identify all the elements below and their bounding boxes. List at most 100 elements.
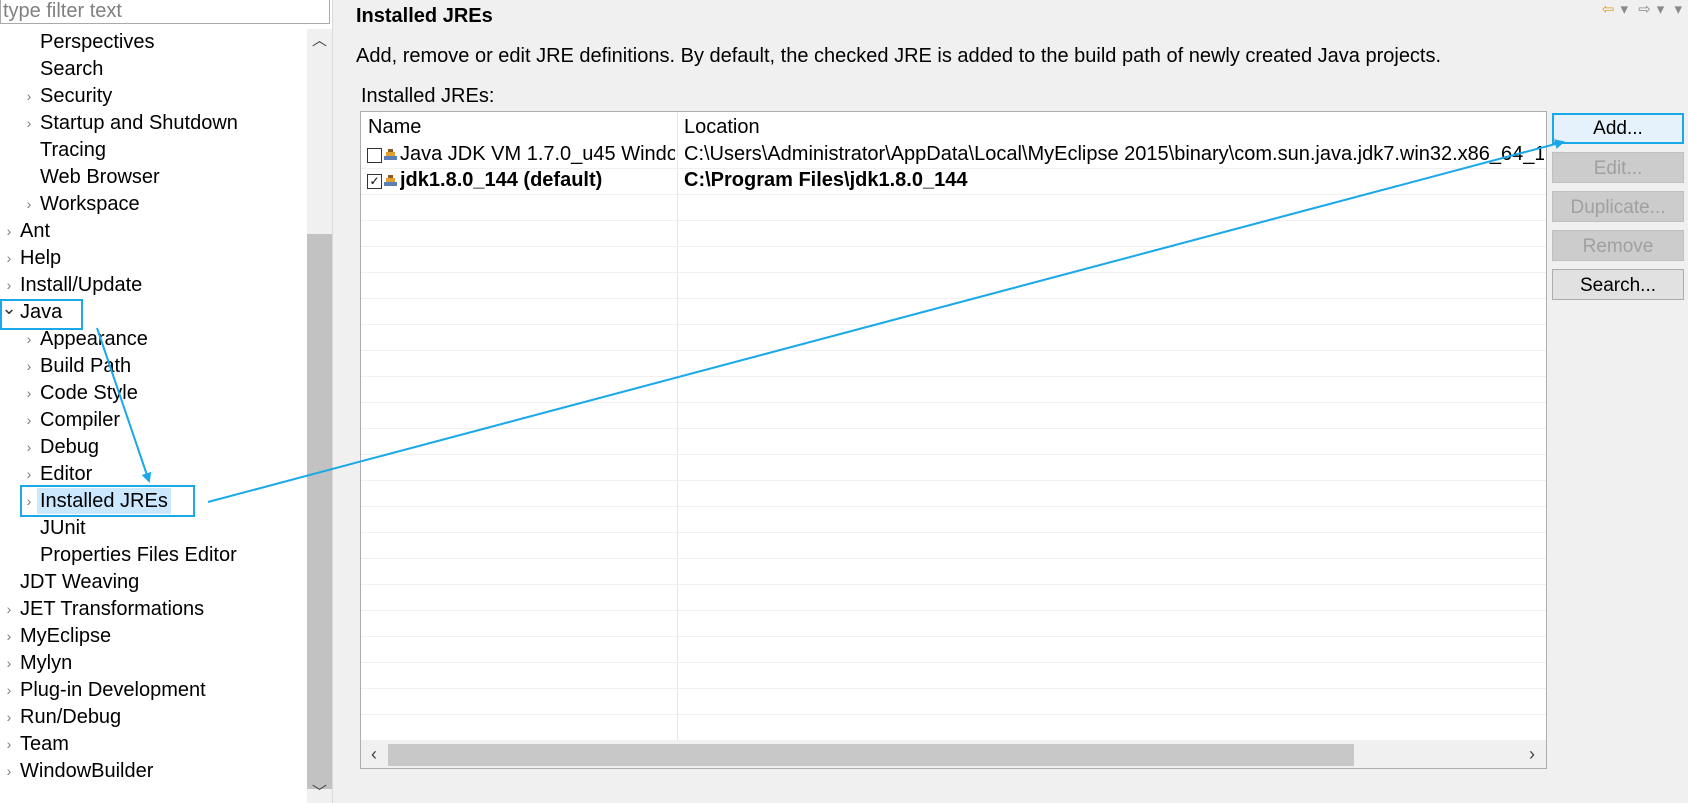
chevron-right-icon[interactable]: › [1, 272, 17, 298]
tree-item[interactable]: › JET Transformations [0, 596, 306, 622]
tree-item[interactable]: ⌄ Java [0, 299, 306, 325]
table-row[interactable]: Java JDK VM 1.7.0_u45 Windows C:\Users\Ad… [361, 141, 1546, 169]
tree-item-label: JUnit [40, 517, 86, 539]
tree-item[interactable]: › Help [0, 245, 306, 271]
page-description: Add, remove or edit JRE definitions. By … [356, 45, 1442, 67]
scroll-down-icon[interactable]: ﹀ [307, 783, 332, 803]
tree-item[interactable]: Search [0, 56, 306, 82]
tree-item[interactable]: Properties Files Editor [0, 542, 306, 568]
edit-button[interactable]: Edit... [1552, 152, 1684, 183]
chevron-right-icon[interactable]: › [21, 407, 37, 433]
table-row [361, 557, 1546, 585]
tree-item-label: WindowBuilder [20, 760, 154, 782]
forward-menu-chevron-icon[interactable]: ▾ [1657, 0, 1665, 18]
tree-item-label: Properties Files Editor [40, 544, 237, 566]
chevron-right-icon[interactable]: › [1, 650, 17, 676]
tree-item-label: Mylyn [20, 652, 73, 674]
tree-item[interactable]: Web Browser [0, 164, 306, 190]
chevron-right-icon[interactable]: › [1, 245, 17, 271]
chevron-right-icon[interactable]: › [21, 488, 37, 514]
back-arrow-icon[interactable]: ⇦ [1602, 0, 1615, 18]
table-row [361, 323, 1546, 351]
chevron-right-icon[interactable]: › [21, 380, 37, 406]
scroll-right-icon[interactable]: › [1521, 740, 1543, 768]
tree-item[interactable]: › Plug-in Development [0, 677, 306, 703]
chevron-right-icon[interactable]: › [1, 677, 17, 703]
table-row [361, 349, 1546, 377]
table-row [361, 453, 1546, 481]
tree-item[interactable]: › Appearance [0, 326, 306, 352]
chevron-right-icon[interactable]: › [21, 353, 37, 379]
table-row[interactable]: ✓ jdk1.8.0_144 (default) C:\Program Files\… [361, 167, 1546, 195]
tree-item[interactable]: › MyEclipse [0, 623, 306, 649]
jre-location: C:\Program Files\jdk1.8.0_144 [684, 169, 968, 191]
column-header-name[interactable]: Name [361, 112, 421, 141]
scroll-left-icon[interactable]: ‹ [363, 740, 385, 768]
tree-item[interactable]: › Code Style [0, 380, 306, 406]
scroll-up-icon[interactable]: ︿ [307, 31, 332, 51]
tree-item[interactable]: › Install/Update [0, 272, 306, 298]
back-menu-chevron-icon[interactable]: ▾ [1620, 0, 1628, 18]
tree-item[interactable]: › Installed JREs [0, 488, 306, 514]
table-row [361, 219, 1546, 247]
page-title: Installed JREs [356, 5, 493, 27]
chevron-right-icon[interactable]: › [1, 596, 17, 622]
chevron-right-icon[interactable]: › [1, 758, 17, 784]
table-row [361, 661, 1546, 689]
tree-item[interactable]: › Build Path [0, 353, 306, 379]
jre-library-icon [384, 175, 397, 186]
tree-item-label: Debug [40, 436, 99, 458]
tree-item[interactable]: › Run/Debug [0, 704, 306, 730]
tree-item[interactable]: › Startup and Shutdown [0, 110, 306, 136]
tree-item[interactable]: › Ant [0, 218, 306, 244]
table-horizontal-scrollbar[interactable]: ‹ › [361, 740, 1546, 768]
column-header-location[interactable]: Location [677, 112, 760, 141]
tree-item[interactable]: JUnit [0, 515, 306, 541]
tree-item[interactable]: › Mylyn [0, 650, 306, 676]
table-row [361, 401, 1546, 429]
chevron-down-icon[interactable]: ⌄ [1, 299, 17, 325]
table-row [361, 505, 1546, 533]
tree-item-label: Editor [40, 463, 93, 485]
add-button[interactable]: Add... [1552, 113, 1684, 144]
tree-item[interactable]: › Debug [0, 434, 306, 460]
tree-item[interactable]: JDT Weaving [0, 569, 306, 595]
search-button[interactable]: Search... [1552, 269, 1684, 300]
installed-jres-table[interactable]: Name Location Java JDK VM 1.7.0_u45 Wind… [360, 111, 1547, 769]
tree-item-label: JET Transformations [20, 598, 205, 620]
tree-item[interactable]: Perspectives [0, 29, 306, 55]
chevron-right-icon[interactable]: › [1, 218, 17, 244]
tree-item[interactable]: › Team [0, 731, 306, 757]
forward-arrow-icon[interactable]: ⇨ [1638, 0, 1651, 18]
tree-item[interactable]: › Compiler [0, 407, 306, 433]
tree-item[interactable]: › Security [0, 83, 306, 109]
scrollbar-thumb[interactable] [388, 744, 1354, 766]
tree-item[interactable]: › Editor [0, 461, 306, 487]
duplicate-button[interactable]: Duplicate... [1552, 191, 1684, 222]
view-menu-chevron-icon[interactable]: ▾ [1674, 0, 1682, 18]
table-row [361, 297, 1546, 325]
tree-item-label: Startup and Shutdown [40, 112, 238, 134]
chevron-right-icon[interactable]: › [1, 623, 17, 649]
scrollbar-thumb[interactable] [307, 234, 332, 789]
chevron-right-icon[interactable]: › [1, 704, 17, 730]
jre-checkbox[interactable]: ✓ [367, 174, 382, 189]
remove-button[interactable]: Remove [1552, 230, 1684, 261]
tree-vertical-scrollbar[interactable]: ︿ ﹀ [307, 29, 332, 803]
tree-item-label: Plug-in Development [20, 679, 206, 701]
chevron-right-icon[interactable]: › [21, 191, 37, 217]
chevron-right-icon[interactable]: › [21, 83, 37, 109]
chevron-right-icon[interactable]: › [21, 326, 37, 352]
jre-checkbox[interactable] [367, 148, 382, 163]
tree-item-label: MyEclipse [20, 625, 112, 647]
tree-item[interactable]: › WindowBuilder [0, 758, 306, 784]
tree-item[interactable]: › Workspace [0, 191, 306, 217]
filter-input[interactable] [0, 0, 330, 24]
chevron-right-icon[interactable]: › [21, 434, 37, 460]
page-navigation: ⇦ ▾ ⇨ ▾ ▾ [1596, 0, 1682, 18]
tree-item[interactable]: Tracing [0, 137, 306, 163]
chevron-right-icon[interactable]: › [1, 731, 17, 757]
table-row [361, 245, 1546, 273]
chevron-right-icon[interactable]: › [21, 110, 37, 136]
chevron-right-icon[interactable]: › [21, 461, 37, 487]
